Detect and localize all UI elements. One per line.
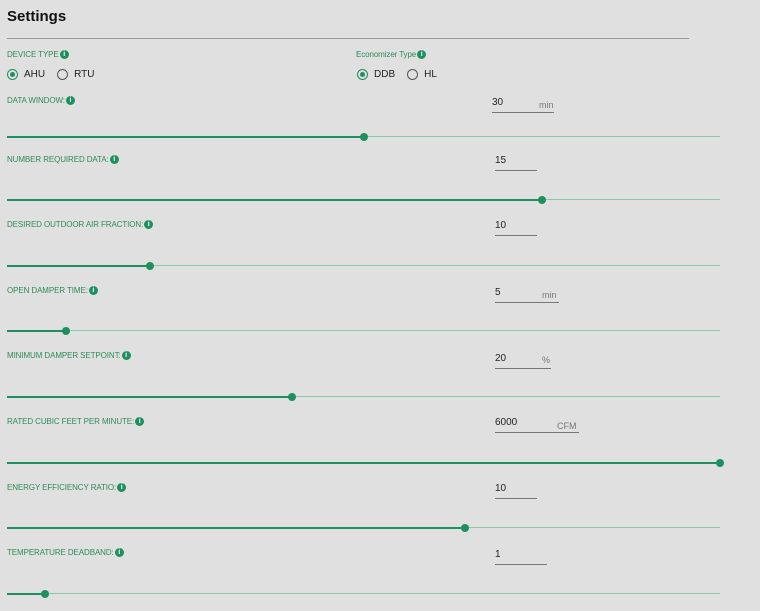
slider-fill	[7, 395, 292, 398]
energy-efficiency-ratio-field[interactable]	[495, 483, 537, 499]
slider-fill	[7, 461, 720, 464]
minimum-damper-setpoint-slider[interactable]	[7, 393, 720, 401]
info-icon[interactable]: i	[417, 50, 427, 60]
desired-outdoor-air-fraction-field[interactable]	[495, 220, 537, 236]
economizer-type-radio-group: DDB HL	[357, 69, 449, 80]
field-label-text: RATED CUBIC FEET PER MINUTE:	[7, 417, 135, 426]
slider-thumb[interactable]	[461, 524, 469, 532]
slider-fill	[7, 592, 45, 595]
slider-fill	[7, 198, 542, 201]
number-required-data-slider[interactable]	[7, 196, 720, 204]
field-label-text: TEMPERATURE DEADBAND:	[7, 548, 114, 557]
number-required-data-label: NUMBER REQUIRED DATA: i	[7, 155, 119, 165]
field-label-text: ENERGY EFFICIENCY RATIO:	[7, 483, 117, 492]
device-type-label-text: DEVICE TYPE	[7, 50, 59, 59]
economizer-type-label-text: Economizer Type	[356, 50, 417, 59]
radio-hl[interactable]	[407, 69, 419, 80]
info-icon[interactable]: i	[121, 351, 131, 361]
slider-thumb[interactable]	[716, 459, 724, 467]
temperature-deadband-slider[interactable]	[7, 590, 720, 598]
minimum-damper-setpoint-input[interactable]	[495, 353, 535, 364]
field-label-text: DATA WINDOW:	[7, 96, 65, 105]
slider-track	[7, 330, 720, 331]
rated-cfm-unit: CFM	[557, 421, 577, 431]
number-required-data-input[interactable]	[495, 155, 535, 166]
open-damper-time-label: OPEN DAMPER TIME: i	[7, 286, 98, 296]
field-label-text: NUMBER REQUIRED DATA:	[7, 155, 109, 164]
info-icon[interactable]: i	[109, 155, 119, 165]
temperature-deadband-field[interactable]	[495, 549, 547, 565]
economizer-type-label: Economizer Type i	[356, 50, 427, 60]
desired-outdoor-air-fraction-input[interactable]	[495, 220, 535, 231]
info-icon[interactable]: i	[59, 50, 69, 60]
slider-thumb[interactable]	[288, 393, 296, 401]
minimum-damper-setpoint-label: MINIMUM DAMPER SETPOINT: i	[7, 351, 131, 361]
temperature-deadband-label: TEMPERATURE DEADBAND: i	[7, 548, 124, 558]
radio-ddb-label[interactable]: DDB	[374, 69, 395, 80]
number-required-data-field[interactable]	[495, 155, 537, 171]
field-label-text: MINIMUM DAMPER SETPOINT:	[7, 351, 121, 360]
desired-outdoor-air-fraction-slider[interactable]	[7, 262, 720, 270]
info-icon[interactable]: i	[65, 96, 75, 106]
data-window-slider[interactable]	[7, 133, 720, 141]
info-icon[interactable]: i	[88, 286, 98, 296]
radio-ddb[interactable]	[357, 69, 368, 80]
radio-ahu[interactable]	[7, 69, 18, 80]
slider-track	[7, 593, 720, 594]
data-window-label: DATA WINDOW: i	[7, 96, 75, 106]
desired-outdoor-air-fraction-label: DESIRED OUTDOOR AIR FRACTION: i	[7, 220, 154, 230]
slider-fill	[7, 329, 66, 332]
field-label-text: OPEN DAMPER TIME:	[7, 286, 88, 295]
info-icon[interactable]: i	[144, 220, 154, 230]
title-divider	[7, 38, 689, 39]
radio-ahu-label[interactable]: AHU	[24, 69, 45, 80]
slider-thumb[interactable]	[360, 133, 368, 141]
energy-efficiency-ratio-slider[interactable]	[7, 524, 720, 532]
open-damper-time-slider[interactable]	[7, 327, 720, 335]
slider-thumb[interactable]	[62, 327, 70, 335]
info-icon[interactable]: i	[114, 548, 124, 558]
slider-fill	[7, 526, 465, 529]
data-window-unit: min	[539, 100, 554, 110]
radio-hl-label[interactable]: HL	[424, 69, 437, 80]
rated-cfm-slider[interactable]	[7, 459, 724, 467]
slider-fill	[7, 264, 150, 267]
open-damper-time-unit: min	[542, 290, 557, 300]
device-type-radio-group: AHU RTU	[7, 69, 107, 80]
rated-cfm-label: RATED CUBIC FEET PER MINUTE: i	[7, 417, 145, 427]
radio-rtu-label[interactable]: RTU	[74, 69, 94, 80]
device-type-label: DEVICE TYPE i	[7, 50, 69, 60]
field-label-text: DESIRED OUTDOOR AIR FRACTION:	[7, 220, 144, 229]
page-title: Settings	[7, 8, 67, 25]
rated-cfm-input[interactable]	[495, 417, 535, 428]
slider-thumb[interactable]	[41, 590, 49, 598]
data-window-input[interactable]	[492, 97, 532, 108]
minimum-damper-setpoint-unit: %	[542, 355, 551, 365]
open-damper-time-input[interactable]	[495, 287, 535, 298]
radio-rtu[interactable]	[57, 69, 69, 80]
slider-thumb[interactable]	[538, 196, 546, 204]
slider-thumb[interactable]	[146, 262, 154, 270]
energy-efficiency-ratio-label: ENERGY EFFICIENCY RATIO: i	[7, 483, 127, 493]
temperature-deadband-input[interactable]	[495, 549, 535, 560]
info-icon[interactable]: i	[117, 483, 127, 493]
slider-fill	[7, 135, 364, 138]
info-icon[interactable]: i	[135, 417, 145, 427]
energy-efficiency-ratio-input[interactable]	[495, 483, 535, 494]
